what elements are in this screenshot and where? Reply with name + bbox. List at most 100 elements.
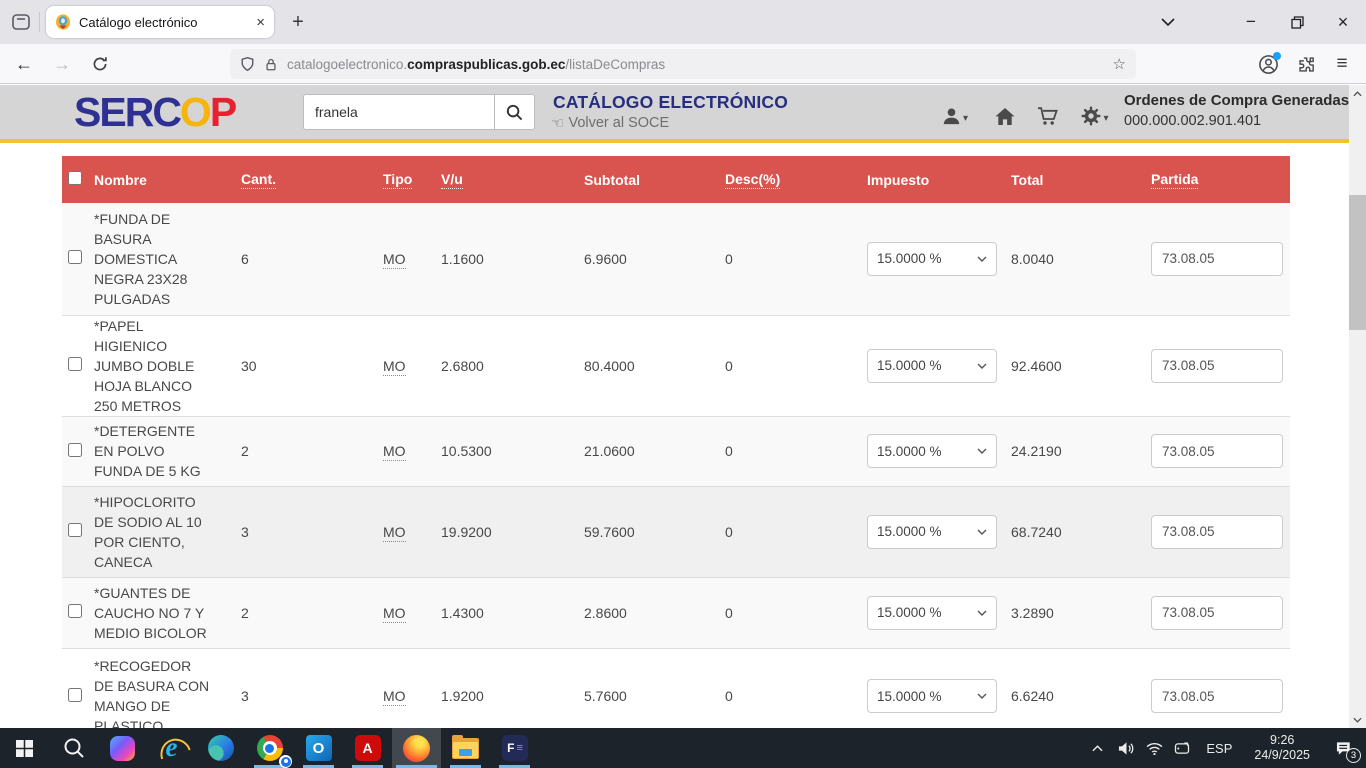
partida-input[interactable] [1151, 596, 1283, 630]
tab-close-icon[interactable]: × [256, 15, 265, 30]
notification-badge: 3 [1346, 748, 1361, 763]
product-desc: 0 [725, 203, 867, 315]
table-row: *FUNDA DE BASURA DOMESTICA NEGRA 23X28 P… [62, 203, 1290, 315]
wifi-icon[interactable] [1140, 728, 1168, 768]
impuesto-select[interactable]: 15.0000 % [867, 596, 997, 630]
shield-icon[interactable] [240, 56, 255, 72]
new-tab-button[interactable]: + [284, 8, 312, 36]
firefox-icon[interactable] [392, 728, 441, 768]
product-name: *DETERGENTE EN POLVO FUNDA DE 5 KG [94, 421, 212, 481]
select-all-checkbox[interactable] [68, 171, 82, 185]
connect-display-icon[interactable] [1168, 728, 1196, 768]
list-all-tabs-icon[interactable] [1145, 0, 1191, 44]
product-desc: 0 [725, 577, 867, 648]
row-checkbox[interactable] [68, 443, 82, 457]
partida-input[interactable] [1151, 434, 1283, 468]
product-subtotal: 59.7600 [584, 486, 725, 577]
volver-al-soce-label: Volver al SOCE [568, 115, 669, 131]
search-button[interactable] [494, 94, 535, 130]
product-tipo: MO [383, 358, 406, 376]
copilot-icon[interactable] [98, 728, 147, 768]
product-cant: 2 [241, 577, 383, 648]
page-body: Nombre Cant. Tipo V/u Subtotal Desc(%) I… [0, 143, 1349, 728]
col-header-nombre: Nombre [94, 156, 241, 203]
orders-label: Ordenes de Compra Generadas [1124, 91, 1336, 111]
minimize-button[interactable]: − [1228, 0, 1274, 44]
table-row: *RECOGEDOR DE BASURA CON MANGO DE PLASTI… [62, 648, 1290, 728]
restore-button[interactable] [1274, 0, 1320, 44]
scrollbar-thumb[interactable] [1349, 195, 1366, 330]
product-total: 3.2890 [1011, 577, 1151, 648]
extensions-icon[interactable] [1290, 48, 1322, 80]
partida-input[interactable] [1151, 679, 1283, 713]
scroll-down-arrow[interactable] [1349, 711, 1366, 728]
orders-number: 000.000.002.901.401 [1124, 111, 1336, 131]
product-cant: 2 [241, 416, 383, 486]
cart-icon[interactable] [1031, 102, 1065, 126]
url-path: /listaDeCompras [565, 57, 665, 72]
row-checkbox[interactable] [68, 604, 82, 618]
outlook-icon[interactable]: O [294, 728, 343, 768]
chrome-icon[interactable] [245, 728, 294, 768]
url-text[interactable]: catalogoelectronico.compraspublicas.gob.… [287, 57, 1104, 72]
user-menu-icon[interactable]: ▾ [938, 102, 972, 126]
volver-al-soce-link[interactable]: ☜ Volver al SOCE [551, 114, 669, 132]
page-scrollbar[interactable] [1349, 85, 1366, 728]
row-checkbox[interactable] [68, 357, 82, 371]
impuesto-select[interactable]: 15.0000 % [867, 679, 997, 713]
partida-input[interactable] [1151, 515, 1283, 549]
product-cant: 30 [241, 315, 383, 416]
scroll-up-arrow[interactable] [1349, 85, 1366, 102]
action-center-icon[interactable]: 3 [1322, 728, 1366, 768]
col-header-impuesto: Impuesto [867, 156, 1011, 203]
product-desc: 0 [725, 648, 867, 728]
impuesto-select[interactable]: 15.0000 % [867, 515, 997, 549]
partida-input[interactable] [1151, 349, 1283, 383]
acrobat-icon[interactable]: A [343, 728, 392, 768]
product-vu: 19.9200 [441, 486, 584, 577]
account-icon[interactable] [1252, 48, 1284, 80]
taskbar-search-icon[interactable] [49, 728, 98, 768]
internet-explorer-icon[interactable]: e [147, 728, 196, 768]
url-prefix: catalogoelectronico. [287, 57, 407, 72]
address-bar[interactable]: catalogoelectronico.compraspublicas.gob.… [230, 49, 1136, 79]
row-checkbox[interactable] [68, 688, 82, 702]
impuesto-select[interactable]: 15.0000 % [867, 434, 997, 468]
volume-icon[interactable] [1112, 728, 1140, 768]
home-icon[interactable] [988, 102, 1022, 126]
edge-icon[interactable] [196, 728, 245, 768]
lock-icon[interactable] [264, 57, 278, 72]
product-total: 68.7240 [1011, 486, 1151, 577]
firefox-view-icon[interactable] [10, 11, 32, 33]
clock[interactable]: 9:2624/9/2025 [1242, 728, 1322, 768]
product-cant: 6 [241, 203, 383, 315]
close-button[interactable]: × [1320, 0, 1366, 44]
bookmark-star-icon[interactable]: ☆ [1113, 55, 1126, 73]
language-indicator[interactable]: ESP [1196, 728, 1242, 768]
row-checkbox[interactable] [68, 250, 82, 264]
impuesto-select[interactable]: 15.0000 % [867, 242, 997, 276]
tab-title: Catálogo electrónico [79, 15, 248, 30]
impuesto-select[interactable]: 15.0000 % [867, 349, 997, 383]
product-vu: 1.9200 [441, 648, 584, 728]
tray-chevron-up-icon[interactable] [1082, 728, 1112, 768]
reload-icon[interactable] [84, 48, 116, 80]
file-explorer-icon[interactable] [441, 728, 490, 768]
back-button[interactable]: ← [8, 48, 40, 80]
site-header: SERCOP CATÁLOGO ELECTRÓNICO ☜ Volver al … [0, 85, 1349, 139]
product-vu: 10.5300 [441, 416, 584, 486]
menu-icon[interactable]: ≡ [1326, 48, 1358, 80]
start-button[interactable] [0, 728, 49, 768]
product-total: 24.2190 [1011, 416, 1151, 486]
sercop-logo[interactable]: SERCOP [74, 88, 235, 136]
gear-menu-icon[interactable]: ▾ [1078, 102, 1112, 126]
product-cant: 3 [241, 486, 383, 577]
row-checkbox[interactable] [68, 523, 82, 537]
search-input[interactable] [303, 94, 494, 130]
tab-favicon [55, 14, 71, 30]
product-name: *FUNDA DE BASURA DOMESTICA NEGRA 23X28 P… [94, 209, 212, 309]
fes-app-icon[interactable]: F≡ [490, 728, 539, 768]
partida-input[interactable] [1151, 242, 1283, 276]
search-group [303, 94, 535, 130]
browser-tab[interactable]: Catálogo electrónico × [46, 6, 274, 38]
